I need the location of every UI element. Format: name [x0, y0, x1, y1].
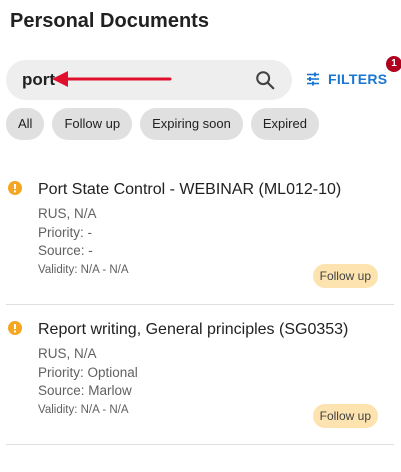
chip-all[interactable]: All — [6, 108, 45, 140]
filters-button[interactable]: FILTERS — [306, 68, 387, 90]
document-title: Report writing, General principles (SG03… — [38, 321, 349, 338]
filter-chips: All Follow up Expiring soon Expired — [6, 108, 319, 140]
tune-icon — [307, 72, 319, 86]
document-card[interactable]: Port State Control - WEBINAR (ML012-10) … — [6, 162, 394, 305]
warning-icon — [8, 321, 22, 335]
search-bar[interactable] — [6, 60, 292, 100]
status-badge: Follow up — [312, 404, 378, 428]
chip-expiring-soon[interactable]: Expiring soon — [140, 108, 243, 140]
page-title: Personal Documents — [10, 10, 209, 32]
document-location: RUS, N/A — [38, 206, 97, 221]
document-validity: Validity: N/A - N/A — [38, 404, 129, 416]
status-badge: Follow up — [312, 264, 378, 288]
document-source: Source: Marlow — [38, 383, 132, 398]
document-priority: Priority: - — [38, 225, 92, 240]
document-card[interactable]: Report writing, General principles (SG03… — [6, 302, 394, 445]
document-title: Port State Control - WEBINAR (ML012-10) — [38, 181, 342, 198]
filters-count-badge: 1 — [386, 56, 401, 72]
chip-follow-up[interactable]: Follow up — [52, 108, 133, 140]
document-location: RUS, N/A — [38, 346, 97, 361]
search-icon[interactable] — [254, 69, 276, 91]
chip-expired[interactable]: Expired — [250, 108, 319, 140]
search-input[interactable] — [22, 60, 242, 100]
document-priority: Priority: Optional — [38, 365, 138, 380]
warning-icon — [8, 181, 22, 195]
filters-label: FILTERS — [328, 71, 388, 87]
document-source: Source: - — [38, 243, 93, 258]
document-validity: Validity: N/A - N/A — [38, 264, 129, 276]
